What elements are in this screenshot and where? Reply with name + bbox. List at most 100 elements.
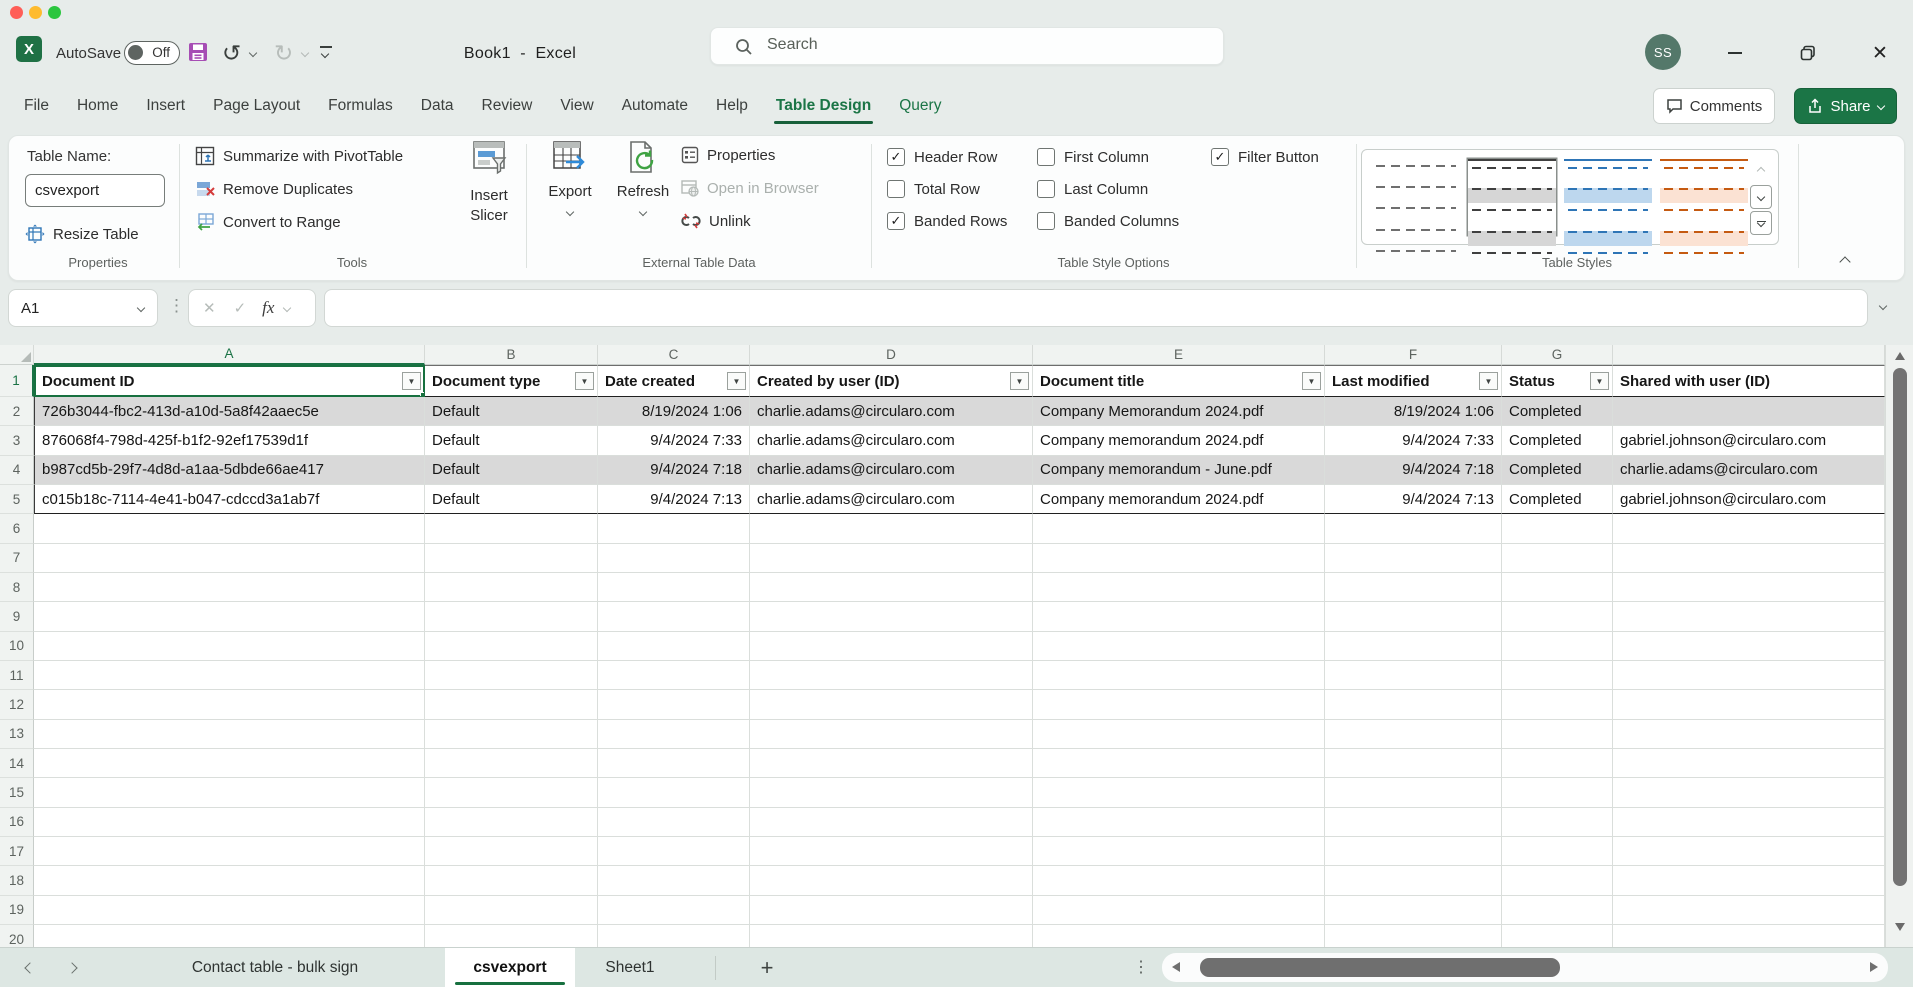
row-number-3[interactable]: 3	[0, 426, 34, 455]
header-cell-5[interactable]: Document title▼	[1033, 365, 1325, 397]
select-all-corner[interactable]	[0, 345, 34, 365]
empty-cell[interactable]	[1502, 544, 1613, 573]
comments-button[interactable]: Comments	[1653, 88, 1775, 124]
header-cell-2[interactable]: Document type▼	[425, 365, 598, 397]
row-number-1[interactable]: 1	[0, 365, 34, 397]
empty-cell[interactable]	[598, 602, 750, 631]
row-number-12[interactable]: 12	[0, 690, 34, 719]
empty-cell[interactable]	[1325, 573, 1502, 602]
banded-columns-checkbox-box[interactable]	[1037, 212, 1055, 230]
empty-cell[interactable]	[750, 661, 1033, 690]
empty-cell[interactable]	[1502, 778, 1613, 807]
empty-cell[interactable]	[34, 896, 425, 925]
row-number-16[interactable]: 16	[0, 808, 34, 837]
filter-dropdown-button[interactable]: ▼	[1302, 372, 1321, 390]
data-cell[interactable]: b987cd5b-29f7-4d8d-a1aa-5dbde66ae417	[34, 456, 425, 485]
header-cell-7[interactable]: Status▼	[1502, 365, 1613, 397]
data-cell[interactable]: charlie.adams@circularo.com	[750, 456, 1033, 485]
empty-cell[interactable]	[1033, 720, 1325, 749]
data-cell[interactable]: 9/4/2024 7:33	[598, 426, 750, 455]
empty-cell[interactable]	[750, 866, 1033, 895]
data-cell[interactable]: Default	[425, 426, 598, 455]
empty-cell[interactable]	[750, 690, 1033, 719]
first-column-checkbox-box[interactable]	[1037, 148, 1055, 166]
empty-cell[interactable]	[1502, 514, 1613, 543]
sheet-tab-contact-table-bulk-sign[interactable]: Contact table - bulk sign	[105, 948, 445, 987]
last-column-checkbox-box[interactable]	[1037, 180, 1055, 198]
row-number-20[interactable]: 20	[0, 925, 34, 947]
empty-cell[interactable]	[598, 632, 750, 661]
table-name-input[interactable]: csvexport	[25, 174, 165, 207]
empty-cell[interactable]	[750, 514, 1033, 543]
checkbox-banded-columns[interactable]: Banded Columns	[1037, 212, 1179, 230]
avatar[interactable]: SS	[1645, 34, 1681, 70]
empty-cell[interactable]	[1613, 778, 1885, 807]
empty-cell[interactable]	[1502, 720, 1613, 749]
refresh-button[interactable]: Refresh	[607, 140, 679, 219]
save-icon[interactable]	[188, 42, 208, 67]
empty-cell[interactable]	[425, 632, 598, 661]
empty-cell[interactable]	[598, 778, 750, 807]
empty-cell[interactable]	[750, 632, 1033, 661]
scroll-up-arrow-icon[interactable]	[1895, 352, 1905, 360]
empty-cell[interactable]	[1613, 749, 1885, 778]
insert-slicer-button[interactable]: Insert Slicer	[449, 140, 529, 226]
empty-cell[interactable]	[750, 602, 1033, 631]
row-number-18[interactable]: 18	[0, 866, 34, 895]
data-cell[interactable]: 9/4/2024 7:33	[1325, 426, 1502, 455]
column-header-B[interactable]: B	[425, 345, 598, 365]
empty-cell[interactable]	[1502, 690, 1613, 719]
data-cell[interactable]: charlie.adams@circularo.com	[1613, 456, 1885, 485]
ribbon-tab-insert[interactable]: Insert	[132, 86, 199, 126]
mac-close-dot[interactable]	[10, 6, 23, 19]
empty-cell[interactable]	[750, 778, 1033, 807]
table-style-light-plain[interactable]	[1372, 159, 1460, 235]
row-number-9[interactable]: 9	[0, 602, 34, 631]
add-sheet-button[interactable]: +	[745, 948, 789, 987]
ribbon-tab-page-layout[interactable]: Page Layout	[199, 86, 314, 126]
row-number-19[interactable]: 19	[0, 896, 34, 925]
sheet-bar-menu-icon[interactable]: ⋮	[1133, 957, 1148, 977]
redo-button[interactable]: ↻	[274, 40, 293, 67]
empty-cell[interactable]	[750, 896, 1033, 925]
empty-cell[interactable]	[1613, 514, 1885, 543]
scroll-down-arrow-icon[interactable]	[1895, 923, 1905, 931]
vertical-scrollbar-thumb[interactable]	[1893, 368, 1907, 886]
empty-cell[interactable]	[425, 544, 598, 573]
empty-cell[interactable]	[750, 808, 1033, 837]
autosave-toggle[interactable]: Off	[124, 41, 180, 65]
ribbon-tab-automate[interactable]: Automate	[608, 86, 702, 126]
empty-cell[interactable]	[34, 837, 425, 866]
horizontal-scrollbar[interactable]	[1162, 953, 1888, 982]
export-button[interactable]: Export	[537, 140, 603, 219]
empty-cell[interactable]	[1613, 896, 1885, 925]
row-number-14[interactable]: 14	[0, 749, 34, 778]
data-cell[interactable]: Default	[425, 456, 598, 485]
empty-cell[interactable]	[750, 573, 1033, 602]
empty-cell[interactable]	[425, 602, 598, 631]
empty-cell[interactable]	[34, 808, 425, 837]
empty-cell[interactable]	[425, 896, 598, 925]
header-row-checkbox-box[interactable]: ✓	[887, 148, 905, 166]
row-number-11[interactable]: 11	[0, 661, 34, 690]
filter-button-checkbox-box[interactable]: ✓	[1211, 148, 1229, 166]
data-cell[interactable]: charlie.adams@circularo.com	[750, 426, 1033, 455]
data-cell[interactable]: 9/4/2024 7:13	[1325, 485, 1502, 514]
data-cell[interactable]: 726b3044-fbc2-413d-a10d-5a8f42aaec5e	[34, 397, 425, 426]
empty-cell[interactable]	[34, 778, 425, 807]
row-number-10[interactable]: 10	[0, 632, 34, 661]
row-number-13[interactable]: 13	[0, 720, 34, 749]
ribbon-tab-formulas[interactable]: Formulas	[314, 86, 407, 126]
empty-cell[interactable]	[1502, 749, 1613, 778]
filter-dropdown-button[interactable]: ▼	[1590, 372, 1609, 390]
empty-cell[interactable]	[1033, 661, 1325, 690]
empty-cell[interactable]	[425, 514, 598, 543]
empty-cell[interactable]	[1613, 808, 1885, 837]
sheet-tab-csvexport[interactable]: csvexport	[445, 948, 575, 987]
empty-cell[interactable]	[425, 925, 598, 947]
empty-cell[interactable]	[425, 778, 598, 807]
empty-cell[interactable]	[1325, 778, 1502, 807]
empty-cell[interactable]	[1033, 573, 1325, 602]
empty-cell[interactable]	[1613, 866, 1885, 895]
header-cell-3[interactable]: Date created▼	[598, 365, 750, 397]
